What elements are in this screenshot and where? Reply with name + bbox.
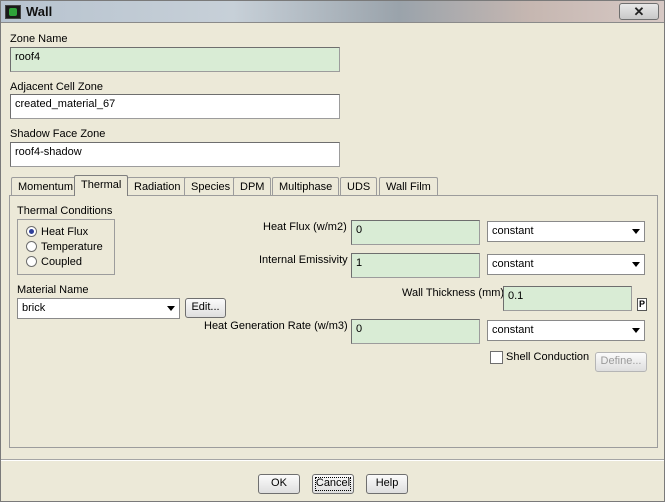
shell-conduction-checkbox[interactable]: [490, 351, 503, 364]
zone-name-label: Zone Name: [10, 33, 68, 45]
help-button[interactable]: Help: [366, 474, 408, 494]
cancel-button[interactable]: Cancel: [312, 474, 354, 494]
app-icon: [5, 5, 21, 19]
heat-generation-method-dropdown[interactable]: constant: [487, 320, 645, 341]
adjacent-cell-zone-label: Adjacent Cell Zone: [10, 81, 103, 93]
internal-emissivity-input[interactable]: 1: [351, 253, 480, 278]
heat-flux-label: Heat Flux (w/m2): [263, 221, 347, 233]
internal-emissivity-method-value: constant: [492, 258, 534, 270]
tab-momentum[interactable]: Momentum: [11, 177, 81, 195]
heat-generation-input[interactable]: 0: [351, 319, 480, 344]
parameter-button[interactable]: P: [637, 298, 647, 311]
window-title: Wall: [26, 4, 53, 19]
heat-generation-label: Heat Generation Rate (w/m3): [204, 320, 348, 332]
material-value: brick: [22, 302, 46, 314]
chevron-down-icon: [167, 306, 175, 311]
title-bar[interactable]: Wall ✕: [1, 1, 664, 23]
wall-thickness-input[interactable]: 0.1: [503, 286, 632, 311]
zone-name-input[interactable]: roof4: [10, 47, 340, 72]
radio-heat-flux-label: Heat Flux: [41, 226, 89, 238]
adjacent-cell-zone-field: created_material_67: [10, 94, 340, 119]
footer-divider: [1, 459, 664, 461]
chevron-down-icon: [632, 229, 640, 234]
radio-temperature[interactable]: Temperature: [26, 241, 103, 253]
heat-flux-method-dropdown[interactable]: constant: [487, 221, 645, 242]
tab-multiphase[interactable]: Multiphase: [272, 177, 340, 195]
radio-selected-icon: [26, 226, 37, 237]
tab-radiation[interactable]: Radiation: [127, 177, 188, 195]
chevron-down-icon: [632, 262, 640, 267]
shadow-face-zone-label: Shadow Face Zone: [10, 128, 106, 140]
thermal-conditions-label: Thermal Conditions: [17, 205, 113, 217]
tab-wall-film[interactable]: Wall Film: [379, 177, 438, 195]
wall-thickness-label: Wall Thickness (mm): [402, 287, 505, 299]
shadow-face-zone-field: roof4-shadow: [10, 142, 340, 167]
internal-emissivity-method-dropdown[interactable]: constant: [487, 254, 645, 275]
tab-thermal[interactable]: Thermal: [74, 175, 129, 196]
radio-heat-flux[interactable]: Heat Flux: [26, 226, 88, 238]
material-dropdown[interactable]: brick: [17, 298, 180, 319]
material-name-label: Material Name: [17, 284, 89, 296]
internal-emissivity-label: Internal Emissivity: [259, 254, 348, 266]
radio-unselected-icon: [26, 241, 37, 252]
chevron-down-icon: [632, 328, 640, 333]
tab-species[interactable]: Species: [184, 177, 238, 195]
heat-generation-method-value: constant: [492, 324, 534, 336]
ok-button[interactable]: OK: [258, 474, 300, 494]
tab-dpm[interactable]: DPM: [233, 177, 272, 195]
wall-dialog: Wall ✕ Zone Name roof4 Adjacent Cell Zon…: [0, 0, 665, 502]
edit-material-button[interactable]: Edit...: [185, 298, 226, 318]
radio-coupled[interactable]: Coupled: [26, 256, 82, 268]
heat-flux-input[interactable]: 0: [351, 220, 480, 245]
define-button[interactable]: Define...: [595, 352, 647, 372]
close-button[interactable]: ✕: [619, 3, 659, 20]
tab-uds[interactable]: UDS: [340, 177, 378, 195]
radio-unselected-icon: [26, 256, 37, 267]
shell-conduction-label: Shell Conduction: [506, 351, 590, 363]
radio-coupled-label: Coupled: [41, 256, 82, 268]
radio-temperature-label: Temperature: [41, 241, 103, 253]
heat-flux-method-value: constant: [492, 225, 534, 237]
